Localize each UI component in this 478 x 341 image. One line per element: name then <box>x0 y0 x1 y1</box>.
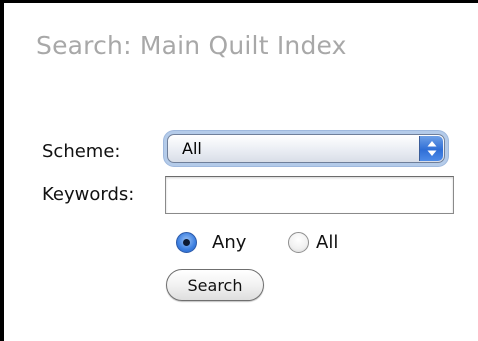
search-button[interactable]: Search <box>166 269 264 301</box>
page-title: Search: Main Quilt Index <box>36 31 347 60</box>
keywords-label: Keywords: <box>42 184 135 205</box>
up-down-arrows-icon <box>419 136 443 161</box>
scheme-select-value: All <box>182 139 202 158</box>
radio-checked-icon[interactable] <box>176 232 197 253</box>
radio-label-any[interactable]: Any <box>212 232 246 253</box>
scheme-select[interactable]: All <box>167 134 445 163</box>
radio-unchecked-icon[interactable] <box>288 232 309 253</box>
scheme-label: Scheme: <box>42 141 121 162</box>
radio-label-all[interactable]: All <box>316 232 338 253</box>
page-frame: Search: Main Quilt Index Scheme: All Key… <box>0 0 478 341</box>
radio-dot <box>183 239 190 246</box>
keywords-input[interactable] <box>165 176 454 214</box>
